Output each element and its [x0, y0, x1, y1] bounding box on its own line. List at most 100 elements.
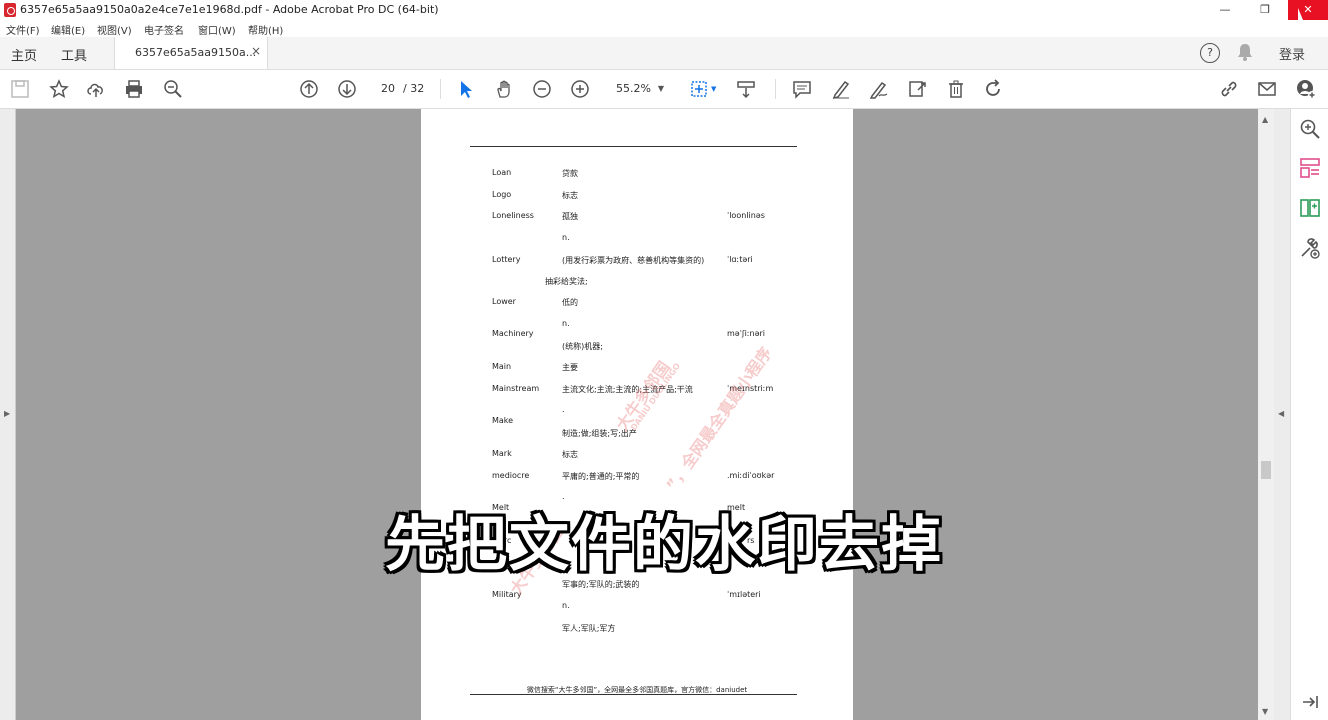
menu-bar: 文件(F) 编辑(E) 视图(V) 电子签名 窗口(W) 帮助(H): [0, 20, 1328, 37]
menu-help[interactable]: 帮助(H): [248, 22, 283, 37]
minimize-button[interactable]: —: [1205, 0, 1245, 20]
fit-page-chevron-icon[interactable]: ▼: [711, 85, 716, 93]
entry-word: Logo: [492, 190, 512, 199]
hand-tool-icon[interactable]: [494, 79, 514, 99]
comment-icon[interactable]: [792, 79, 812, 99]
entry-meaning: (统称)机器;: [562, 342, 603, 351]
menu-view[interactable]: 视图(V): [97, 22, 132, 37]
highlight-pen-icon[interactable]: [831, 79, 851, 99]
entry-word: Loneliness: [492, 211, 534, 220]
scroll-mode-icon[interactable]: [736, 79, 756, 99]
scroll-up-icon[interactable]: ▲: [1262, 115, 1268, 124]
close-window-button[interactable]: ✕: [1288, 0, 1328, 20]
vertical-scrollbar[interactable]: ▲ ▼: [1258, 109, 1274, 720]
collapse-right-icon[interactable]: ◀: [1278, 409, 1284, 418]
tab-bar: 主页 工具 6357e65a5aa9150a... × ? 登录: [0, 37, 1328, 70]
entry-meaning: n.: [562, 233, 570, 242]
scroll-down-icon[interactable]: ▼: [1262, 707, 1268, 716]
entry-word: Lottery: [492, 255, 521, 264]
share-edit-icon[interactable]: [907, 79, 927, 99]
entry-word: Mark: [492, 449, 512, 458]
page-number-input[interactable]: 20: [381, 82, 395, 95]
expand-left-icon[interactable]: ▶: [4, 409, 10, 418]
page-header-rule: [470, 146, 797, 147]
menu-esign[interactable]: 电子签名: [144, 22, 184, 37]
collapse-pane-icon[interactable]: [1299, 691, 1321, 713]
close-tab-button[interactable]: ×: [251, 44, 261, 58]
document-tab-label: 6357e65a5aa9150a...: [135, 46, 257, 59]
zoom-search-icon[interactable]: [163, 79, 183, 99]
link-icon[interactable]: [1219, 79, 1239, 99]
save-icon[interactable]: [10, 79, 30, 99]
sign-icon[interactable]: [869, 79, 889, 99]
entry-ipa: ˈmɪləteri: [727, 590, 761, 599]
entry-ipa: ˈlɑːtəri: [727, 255, 753, 264]
right-tools-pane: [1290, 109, 1328, 720]
tab-home[interactable]: 主页: [11, 45, 37, 64]
login-button[interactable]: 登录: [1279, 44, 1305, 63]
entry-meaning: n.: [562, 601, 570, 610]
entry-meaning: 主要: [562, 363, 578, 372]
star-icon[interactable]: [49, 79, 69, 99]
trash-icon[interactable]: [946, 79, 966, 99]
print-icon[interactable]: [124, 79, 144, 99]
help-icon[interactable]: ?: [1200, 43, 1220, 63]
email-icon[interactable]: [1257, 79, 1277, 99]
maximize-button[interactable]: ❐: [1245, 0, 1285, 20]
entry-meaning: 标志: [562, 450, 578, 459]
chevron-down-icon: ▼: [657, 84, 664, 93]
entry-meaning: (用发行彩票为政府、慈善机构等集资的): [562, 256, 705, 265]
entry-word: Loan: [492, 168, 512, 177]
zoom-level-value: 55.2%: [616, 82, 651, 95]
scrollbar-thumb[interactable]: [1261, 461, 1271, 479]
entry-word: Make: [492, 416, 514, 425]
entry-word: Main: [492, 362, 512, 371]
entry-meaning: .: [562, 405, 565, 414]
page-footer-text: 微信搜索“大牛多邻国”，全网最全多邻国真题库，官方微信：daniudet: [526, 686, 748, 694]
video-subtitle: 先把文件的水印去掉: [385, 510, 943, 580]
fit-page-icon[interactable]: [689, 79, 709, 99]
zoom-out-icon[interactable]: [532, 79, 552, 99]
toolbar-divider: [440, 79, 441, 99]
more-tools-icon[interactable]: [1299, 237, 1321, 259]
right-panel-toggle[interactable]: ◀: [1274, 109, 1290, 720]
bell-icon[interactable]: [1237, 43, 1253, 65]
tab-tools[interactable]: 工具: [61, 45, 87, 64]
cloud-upload-icon[interactable]: [86, 79, 106, 99]
menu-window[interactable]: 窗口(W): [198, 22, 236, 37]
entry-meaning: 平庸的;普通的;平常的: [562, 472, 640, 481]
zoom-tool-icon[interactable]: [1299, 118, 1321, 140]
window-title: 6357e65a5aa9150a0a2e4ce7e1e1968d.pdf - A…: [20, 3, 439, 16]
entry-meaning: n.: [562, 319, 570, 328]
zoom-level-dropdown[interactable]: 55.2% ▼: [608, 80, 666, 98]
pdf-page: Loan 贷款 Logo 标志 Loneliness 孤独 ˈloonlinəs…: [421, 109, 853, 720]
mouse-cursor-icon: [1298, 8, 1303, 20]
entry-meaning: 低的: [562, 298, 578, 307]
toolbar: 20 / 32 55.2% ▼ ▼: [0, 70, 1328, 109]
next-page-icon[interactable]: [337, 79, 357, 99]
entry-meaning: 军人;军队;军方: [562, 624, 616, 633]
acrobat-icon: [4, 3, 16, 17]
entry-word: Machinery: [492, 329, 534, 338]
select-cursor-icon[interactable]: [456, 79, 476, 99]
page-total: / 32: [403, 82, 425, 95]
export-pdf-icon[interactable]: [1299, 197, 1321, 219]
left-panel-toggle[interactable]: ▶: [0, 109, 16, 720]
menu-file[interactable]: 文件(F): [6, 22, 40, 37]
entry-meaning: 标志: [562, 191, 578, 200]
toolbar-divider: [775, 79, 776, 99]
title-bar: 6357e65a5aa9150a0a2e4ce7e1e1968d.pdf - A…: [0, 0, 1328, 20]
entry-meaning: 孤独: [562, 212, 578, 221]
rotate-icon[interactable]: [983, 79, 1003, 99]
entry-ipa: məˈʃiːnəri: [727, 329, 766, 338]
zoom-in-icon[interactable]: [570, 79, 590, 99]
tab-document[interactable]: 6357e65a5aa9150a... ×: [114, 37, 268, 69]
add-user-icon[interactable]: [1296, 79, 1316, 99]
menu-edit[interactable]: 编辑(E): [51, 22, 85, 37]
previous-page-icon[interactable]: [299, 79, 319, 99]
organize-pages-icon[interactable]: [1299, 157, 1321, 179]
entry-ipa: .miːdiˈoʊkər: [727, 471, 775, 480]
entry-word: Lower: [492, 297, 516, 306]
entry-word: mediocre: [492, 471, 530, 480]
entry-word: Mainstream: [492, 384, 540, 393]
